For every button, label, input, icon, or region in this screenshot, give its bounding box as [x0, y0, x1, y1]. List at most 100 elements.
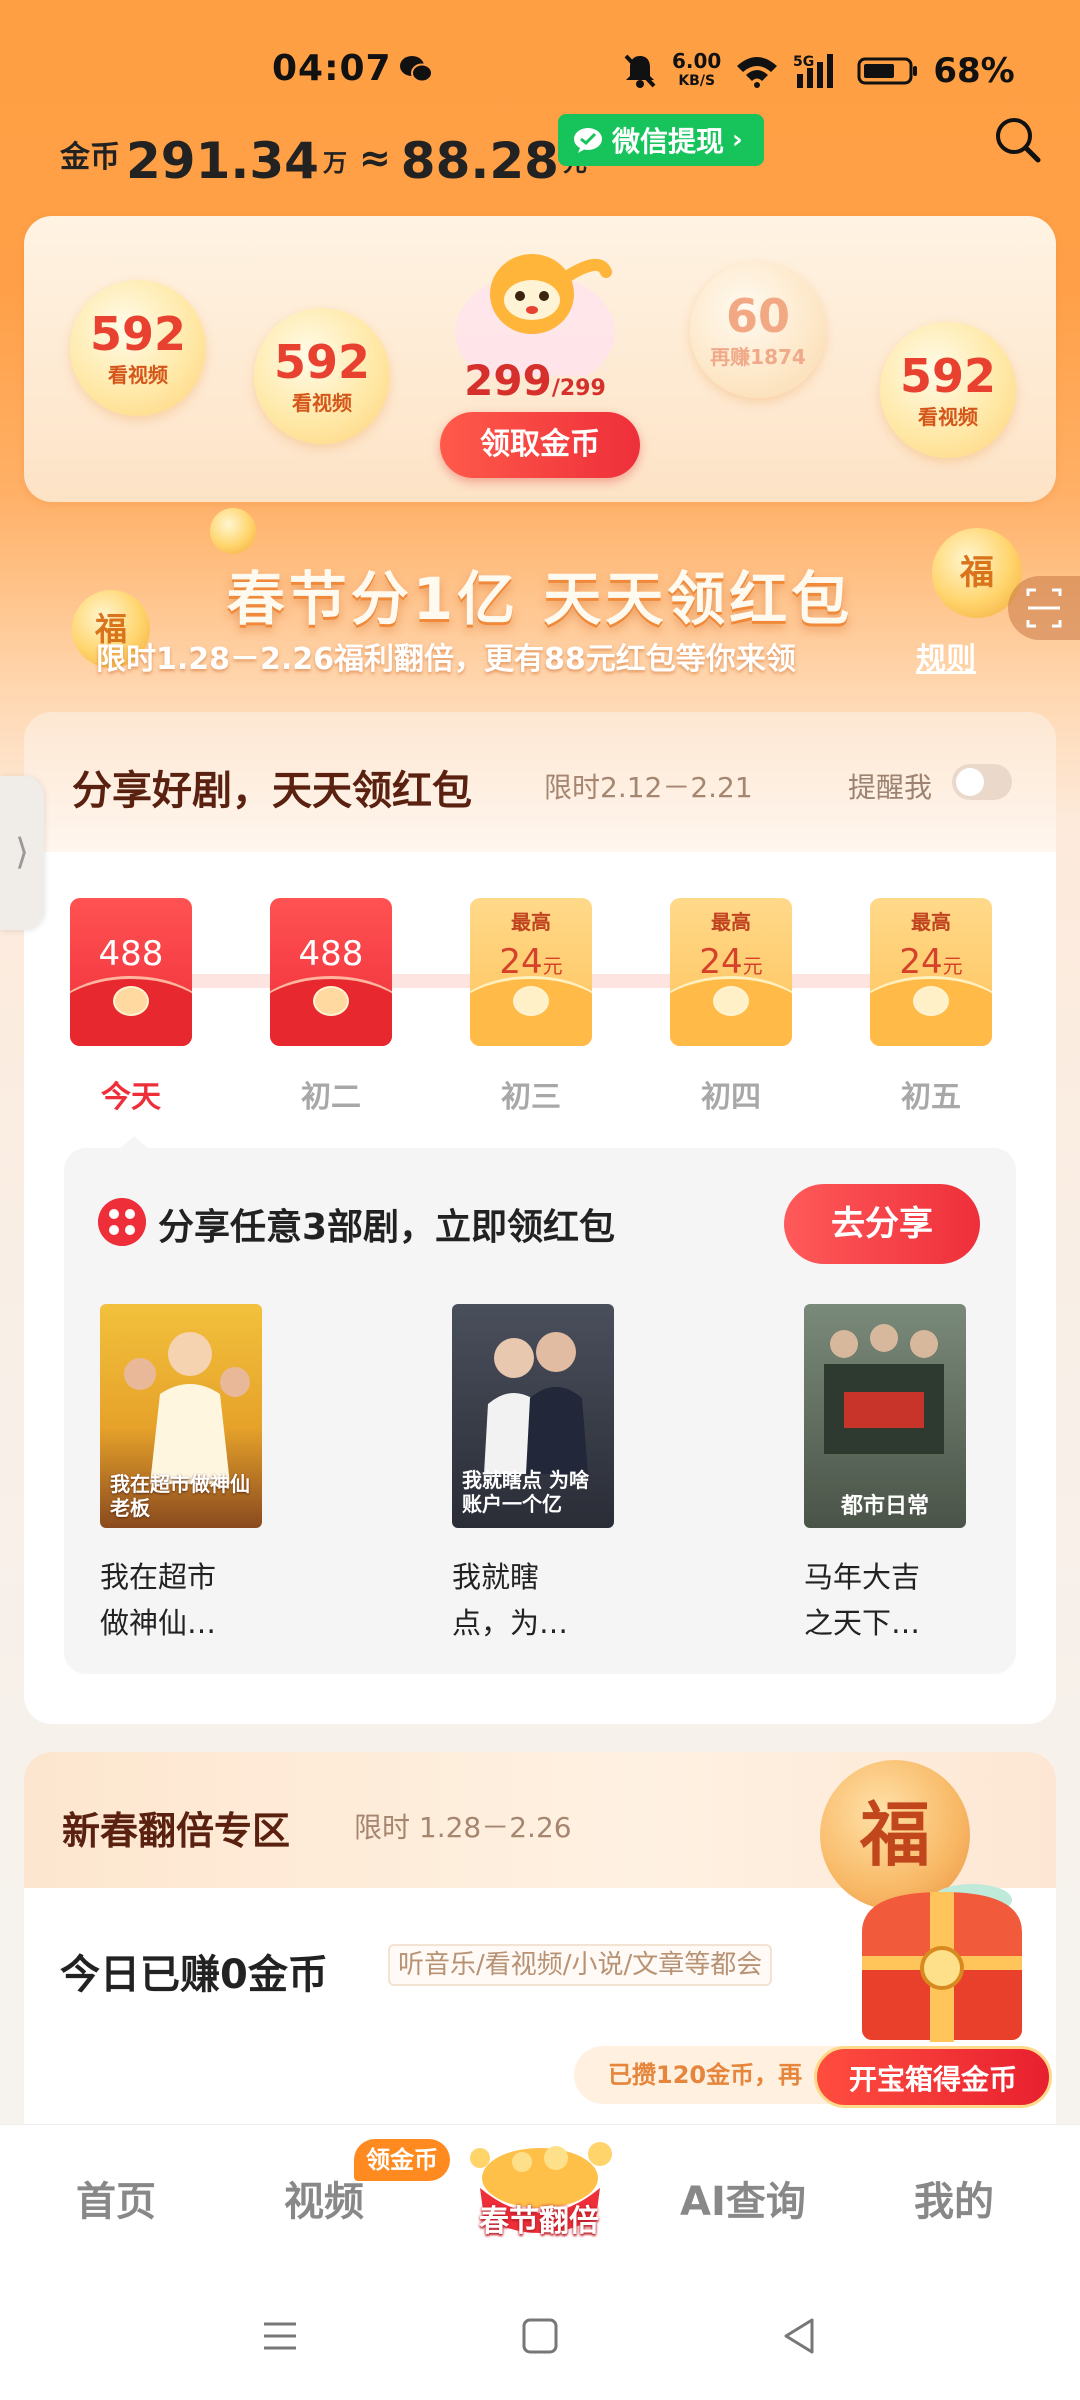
coin-bubble[interactable]: 592 看视频: [254, 308, 390, 444]
go-share-button[interactable]: 去分享: [784, 1184, 980, 1264]
earned-tag: 听音乐/看视频/小说/文章等都会: [388, 1944, 773, 1986]
poster-title: 我在超市做神仙老板: [110, 1472, 250, 1520]
mute-icon: [624, 54, 656, 88]
day-reward-day4[interactable]: 最高 24元 初四: [670, 898, 792, 1116]
claim-coins-button[interactable]: 领取金币: [440, 412, 640, 478]
envelope-amount-unit: 元: [942, 954, 963, 978]
speed-unit: KB/S: [678, 73, 716, 89]
search-icon[interactable]: [990, 112, 1046, 168]
envelope-amount: 488: [298, 934, 364, 974]
nav-spring-double[interactable]: 春节翻倍: [464, 2196, 614, 2240]
envelope-seal: [113, 986, 149, 1016]
nav-home[interactable]: 首页: [76, 2169, 156, 2227]
gold-envelope-icon: 最高 24元: [470, 898, 592, 1046]
bubble-amount: 60: [725, 288, 790, 343]
toggle-knob: [956, 768, 984, 796]
open-chest-button[interactable]: 开宝箱得金币: [814, 2046, 1052, 2108]
battery-percent: 68%: [933, 51, 1015, 91]
day-label: 初四: [701, 1080, 761, 1115]
red-envelope-icon: 488: [70, 898, 192, 1046]
spring-title: 新春翻倍专区: [62, 1809, 291, 1853]
approx-sign: ≈: [358, 136, 391, 180]
bubble-label: 看视频: [918, 404, 978, 429]
home-square-icon[interactable]: [518, 2314, 562, 2358]
day-reward-day2[interactable]: 488 初二: [270, 898, 392, 1116]
treasure-chest-icon[interactable]: [842, 1872, 1042, 2062]
side-drawer-handle[interactable]: ⟩: [0, 776, 44, 930]
drama-poster: 都市日常: [804, 1304, 966, 1528]
wifi-icon: [737, 57, 778, 88]
remind-toggle[interactable]: [952, 764, 1012, 800]
cellular-signal-icon: 5G: [793, 54, 834, 88]
envelope-seal: [913, 986, 949, 1016]
coin-value: 291.34: [126, 132, 319, 190]
nav-ai-query[interactable]: AI查询: [680, 2169, 806, 2227]
cash-value: 88.28: [400, 132, 559, 190]
banner-title: 春节分1亿 天天领红包: [226, 565, 854, 633]
drama-item[interactable]: 我就瞎点 为啥账户一个亿 我就瞎 点，为…: [452, 1304, 622, 1646]
claim-count-total: /299: [551, 376, 606, 401]
envelope-max-label: 最高: [511, 910, 551, 934]
day-label: 初三: [501, 1080, 561, 1115]
coin-bubble[interactable]: 592 看视频: [70, 280, 206, 416]
claim-count: 299/299: [440, 356, 630, 405]
drama-item[interactable]: 都市日常 马年大吉 之天下…: [804, 1304, 974, 1646]
day-label: 初五: [901, 1080, 961, 1115]
earned-today: 今日已赚0金币: [60, 1952, 328, 1998]
envelope-seal: [513, 986, 549, 1016]
chevron-right-icon: ⟩: [14, 832, 30, 873]
coin-balance[interactable]: 金币 291.34 万 ≈ 88.28 元: [60, 120, 599, 190]
day-reward-day3[interactable]: 最高 24元 初三: [470, 898, 592, 1116]
wechat-withdraw-button[interactable]: 微信提现 ›: [558, 114, 764, 166]
bubble-amount: 592: [89, 306, 187, 361]
scan-icon: [1026, 588, 1062, 628]
day-reward-day5[interactable]: 最高 24元 初五: [870, 898, 992, 1116]
drama-title: 我就瞎 点，为…: [452, 1554, 622, 1646]
bubble-label: 再赚1874: [710, 344, 806, 369]
drama-title: 马年大吉 之天下…: [804, 1554, 974, 1646]
coin-bubble[interactable]: 592 看视频: [880, 322, 1016, 458]
red-envelope-icon: 488: [270, 898, 392, 1046]
decorative-coin-icon: [210, 508, 256, 554]
network-speed: 6.00 KB/S: [672, 51, 721, 91]
back-triangle-icon[interactable]: [778, 2314, 822, 2358]
status-bar: 04:07 6.00 KB/S 5G 68%: [0, 44, 1080, 104]
drama-title-line: 我在超市: [100, 1560, 217, 1594]
remind-label: 提醒我: [848, 771, 933, 804]
bubble-label: 看视频: [108, 362, 168, 387]
coin-label: 金币: [60, 140, 120, 175]
claim-count-value: 299: [464, 356, 552, 405]
gold-envelope-icon: 最高 24元: [670, 898, 792, 1046]
bubble-label: 看视频: [292, 390, 352, 415]
envelope-max-label: 最高: [911, 910, 951, 934]
share-title: 分享好剧，天天领红包: [72, 768, 472, 814]
envelope-seal: [313, 986, 349, 1016]
svg-text:5G: 5G: [793, 54, 814, 70]
wechat-notification-icon: [400, 56, 433, 83]
mascot-icon: [455, 254, 615, 376]
poster-title: 我就瞎点 为啥账户一个亿: [462, 1468, 589, 1516]
bubble-amount: 592: [273, 334, 371, 389]
envelope-max-label: 最高: [711, 910, 751, 934]
nav-mine[interactable]: 我的: [914, 2169, 994, 2227]
nav-video[interactable]: 视频: [284, 2169, 364, 2227]
day-label: 今天: [101, 1080, 161, 1115]
gold-envelope-icon: 最高 24元: [870, 898, 992, 1046]
coin-unit: 万: [322, 149, 347, 177]
day-reward-today[interactable]: 488 今天: [70, 898, 192, 1116]
banner-subtitle: 限时1.28－2.26福利翻倍，更有88元红包等你来领: [96, 642, 796, 677]
share-limit: 限时2.12－2.21: [544, 771, 753, 804]
menu-icon[interactable]: [258, 2314, 302, 2358]
drama-title-line: 我就瞎: [452, 1560, 540, 1594]
withdraw-label: 微信提现: [612, 125, 725, 158]
spring-limit: 限时 1.28－2.26: [354, 1811, 572, 1844]
coin-bubble[interactable]: 60 再赚1874: [690, 262, 826, 398]
scan-button[interactable]: [1008, 576, 1080, 640]
drama-item[interactable]: 我在超市做神仙老板 我在超市 做神仙…: [100, 1304, 270, 1646]
envelope-amount: 488: [98, 934, 164, 974]
rules-link[interactable]: 规则: [916, 634, 976, 678]
wechat-icon: [574, 128, 602, 153]
app-page: 04:07 6.00 KB/S 5G 68% 金币 291.34 万 ≈ 88.…: [0, 0, 1080, 2400]
drama-title-line: 做神仙…: [100, 1606, 217, 1640]
drama-title-line: 马年大吉: [804, 1560, 921, 1594]
